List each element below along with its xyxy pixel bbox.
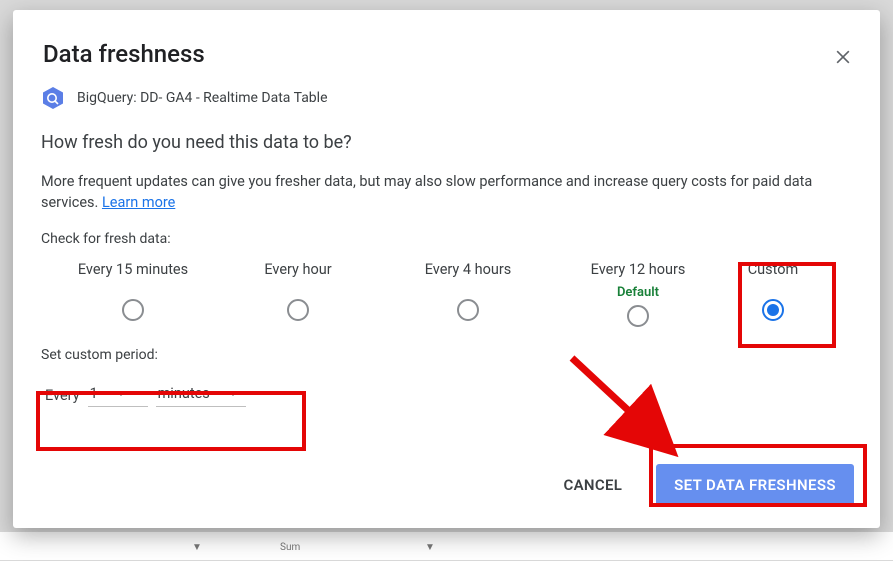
bigquery-icon — [41, 86, 65, 110]
dialog-description: More frequent updates can give you fresh… — [41, 171, 852, 213]
check-fresh-label: Check for fresh data: — [41, 231, 852, 247]
radio-custom[interactable] — [762, 299, 784, 321]
custom-period-label: Set custom period: — [41, 347, 852, 363]
every-label: Every — [45, 387, 80, 404]
dialog-title: Data freshness — [43, 40, 850, 68]
dropdown-arrow-icon — [228, 391, 238, 396]
app-background: ▼ Sum ▼ Data freshness BigQuery: DD- GA4… — [0, 0, 893, 561]
option-4h: Every 4 hours — [383, 261, 553, 321]
radio-hour[interactable] — [287, 299, 309, 321]
bg-row — [0, 532, 893, 560]
option-15min: Every 15 minutes — [53, 261, 213, 321]
custom-period-controls: Every 1 minutes — [41, 377, 852, 413]
dialog-footer: CANCEL SET DATA FRESHNESS — [550, 464, 855, 506]
data-source-row: BigQuery: DD- GA4 - Realtime Data Table — [41, 86, 852, 110]
radio-4h[interactable] — [457, 299, 479, 321]
option-hour: Every hour — [213, 261, 383, 321]
close-icon — [833, 47, 853, 67]
close-button[interactable] — [828, 42, 858, 72]
option-custom: Custom — [723, 261, 823, 321]
dropdown-arrow-icon — [116, 391, 126, 396]
dialog-subheading: How fresh do you need this data to be? — [41, 132, 852, 153]
radio-dot-icon — [767, 304, 779, 316]
dropdown-arrow-icon: ▼ — [192, 542, 202, 553]
dropdown-arrow-icon: ▼ — [425, 542, 435, 553]
option-12h: Every 12 hours Default — [553, 261, 723, 327]
cancel-button[interactable]: CANCEL — [550, 468, 637, 502]
option-label: Every hour — [264, 261, 331, 281]
option-label: Every 15 minutes — [78, 261, 188, 281]
custom-value-dropdown[interactable]: 1 — [88, 383, 148, 407]
freshness-radio-group: Every 15 minutes Every hour Every 4 hour… — [41, 261, 852, 327]
default-tag: Default — [617, 285, 659, 300]
option-label: Every 12 hours — [591, 261, 686, 281]
custom-value: 1 — [90, 385, 98, 402]
data-source-label: BigQuery: DD- GA4 - Realtime Data Table — [77, 90, 328, 106]
custom-unit: minutes — [158, 385, 210, 402]
radio-15min[interactable] — [122, 299, 144, 321]
data-freshness-dialog: Data freshness BigQuery: DD- GA4 - Realt… — [13, 10, 880, 528]
option-label: Custom — [748, 261, 799, 281]
radio-12h[interactable] — [627, 305, 649, 327]
set-data-freshness-button[interactable]: SET DATA FRESHNESS — [656, 464, 854, 506]
option-label: Every 4 hours — [425, 261, 512, 281]
custom-unit-dropdown[interactable]: minutes — [156, 383, 246, 407]
learn-more-link[interactable]: Learn more — [102, 194, 175, 211]
bg-cell-label: Sum — [280, 542, 300, 553]
custom-period-section: Set custom period: Every 1 minutes — [41, 347, 852, 413]
